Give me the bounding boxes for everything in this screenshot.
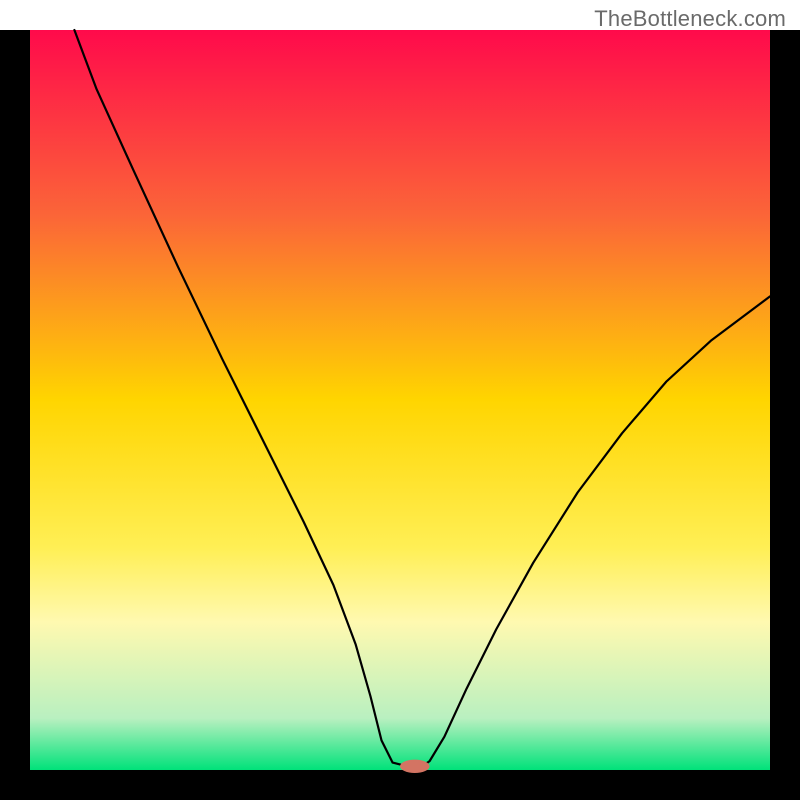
optimal-point-marker: [400, 760, 430, 773]
chart-svg: [0, 0, 800, 800]
watermark-text: TheBottleneck.com: [594, 6, 786, 32]
bottleneck-chart: TheBottleneck.com: [0, 0, 800, 800]
plot-area: [0, 0, 800, 800]
